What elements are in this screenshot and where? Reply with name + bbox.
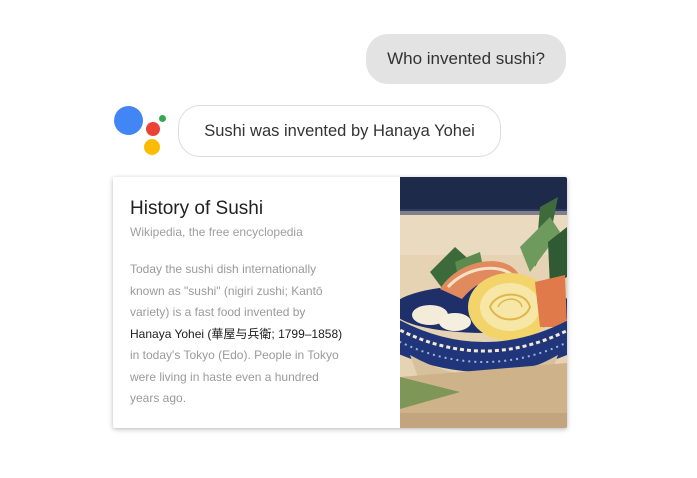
assistant-reply-bubble: Sushi was invented by Hanaya Yohei xyxy=(178,105,501,157)
logo-green-dot xyxy=(159,115,166,122)
card-title: History of Sushi xyxy=(130,198,264,219)
user-query-text: Who invented sushi? xyxy=(387,49,545,68)
assistant-screen: Who invented sushi? Sushi was invented b… xyxy=(0,0,697,478)
card-body-line: known as "sushi" (nigiri zushi; Kantō xyxy=(130,283,323,298)
sushi-woodblock-print-image xyxy=(400,177,567,428)
google-assistant-logo-icon xyxy=(114,104,170,158)
card-source: Wikipedia, the free encyclopedia xyxy=(130,225,303,239)
user-query-bubble: Who invented sushi? xyxy=(366,34,566,84)
card-body-line: years ago. xyxy=(130,391,187,405)
logo-blue-dot xyxy=(114,106,143,135)
logo-red-dot xyxy=(146,122,160,136)
card-body-line: variety) is a fast food invented by xyxy=(130,305,306,319)
card-body-line: were living in haste even a hundred xyxy=(130,369,319,384)
knowledge-card[interactable]: History of Sushi Wikipedia, the free enc… xyxy=(113,177,567,428)
logo-yellow-dot xyxy=(144,139,160,155)
card-body: Today the sushi dish internationally kno… xyxy=(130,259,390,410)
card-body-line: Today the sushi dish internationally xyxy=(130,262,317,276)
card-body-line-highlight: Hanaya Yohei (華屋与兵衛; 1799–1858) xyxy=(130,326,343,341)
assistant-reply-text: Sushi was invented by Hanaya Yohei xyxy=(204,122,475,140)
card-body-line: in today's Tokyo (Edo). People in Tokyo xyxy=(130,348,339,362)
